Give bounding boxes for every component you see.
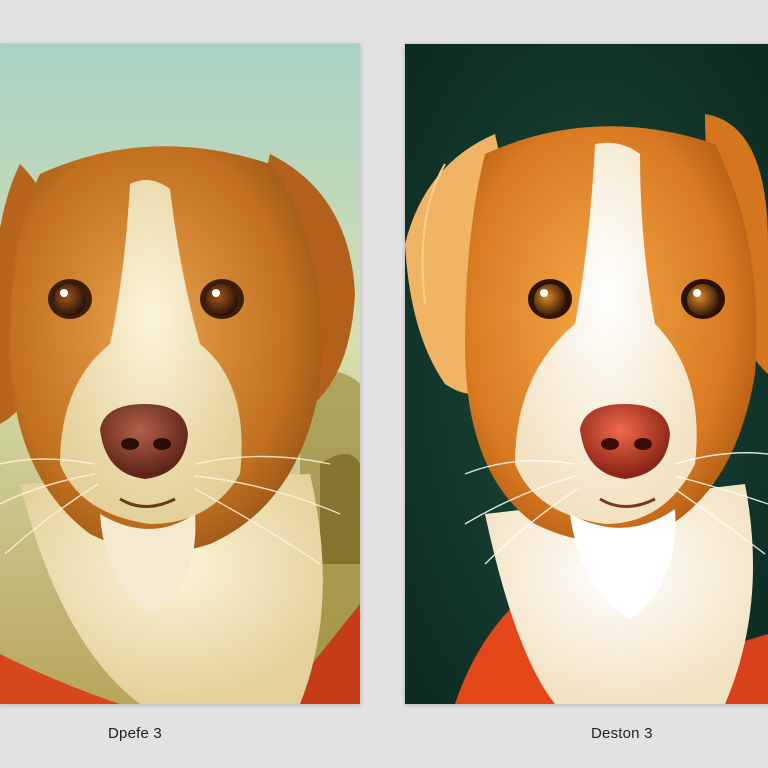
- dog-portrait-classic: [0, 44, 360, 704]
- left-caption: Dpefe 3: [108, 725, 162, 742]
- left-painting-panel: [0, 43, 361, 705]
- right-painting-panel: [404, 43, 768, 705]
- dog-portrait-vivid: [405, 44, 768, 704]
- right-caption: Deston 3: [591, 725, 653, 742]
